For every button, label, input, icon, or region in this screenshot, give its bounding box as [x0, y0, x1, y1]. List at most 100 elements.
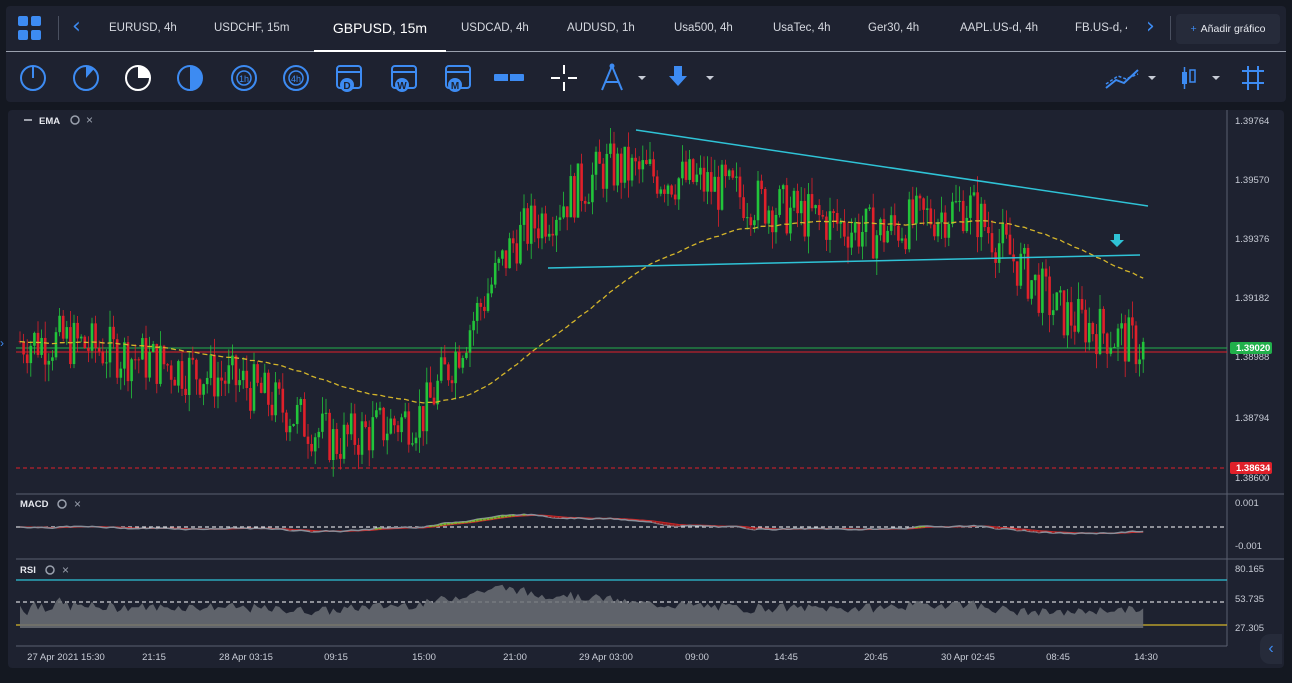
settings-icon[interactable] [70, 115, 80, 125]
close-icon[interactable]: × [74, 497, 81, 511]
tab-gbpusd[interactable]: GBPUSD, 15m [314, 6, 446, 52]
settings-icon[interactable] [45, 565, 55, 575]
tab-usatec[interactable]: UsaTec, 4h [773, 6, 831, 52]
crosshair-icon[interactable] [551, 65, 577, 91]
candle-body [853, 222, 857, 233]
grid-toggle-icon[interactable] [1242, 66, 1264, 90]
candle-body [436, 380, 439, 405]
price-tick: 1.39570 [1235, 175, 1269, 186]
tab-usdcad[interactable]: USDCAD, 4h [461, 6, 529, 52]
candle-body [781, 185, 785, 190]
candle-body [547, 233, 551, 237]
settings-icon[interactable] [57, 499, 67, 509]
candle-body [371, 417, 375, 451]
candle-body [256, 364, 259, 383]
candle-body [641, 160, 645, 170]
candle-body [490, 284, 493, 294]
candle-body [1001, 223, 1005, 244]
chart-panel[interactable]: EMA × MACD × RSI × 1.39764 1.39570 1.393… [8, 110, 1284, 668]
macd-bar [378, 527, 382, 530]
candle-body [267, 372, 270, 405]
tab-audusd[interactable]: AUDUSD, 1h [567, 6, 635, 52]
tab-ger30[interactable]: Ger30, 4h [868, 6, 919, 52]
candle-body [411, 443, 414, 445]
timeframe-1h-icon[interactable]: 1h [231, 65, 257, 91]
timeframe-5m-icon[interactable] [73, 65, 99, 91]
time-tick: 27 Apr 2021 15:30 [27, 652, 105, 663]
add-chart-button[interactable]: + Añadir gráfico [1176, 14, 1280, 44]
drawing-tools-icon[interactable] [601, 63, 646, 91]
candle-body [259, 382, 263, 393]
candle-body [605, 153, 609, 189]
support-trendline[interactable] [547, 254, 1141, 269]
range-icon[interactable] [494, 71, 524, 84]
timeframe-30m-icon[interactable] [177, 65, 203, 91]
candle-body [169, 365, 173, 380]
macd-bar [374, 528, 378, 530]
candle-body [742, 197, 745, 219]
candle-body [310, 443, 313, 452]
candle-body [360, 421, 364, 455]
candle-body [573, 176, 576, 218]
ema-legend: EMA × [24, 113, 93, 127]
candle-body [133, 359, 137, 361]
current-price-label: 1.39020 [1236, 343, 1270, 354]
macd-tick: -0.001 [1235, 541, 1262, 552]
candle-body [1073, 325, 1077, 332]
time-tick: 14:30 [1134, 652, 1158, 663]
macd-bar [482, 518, 486, 521]
candle-body [1109, 348, 1113, 354]
candle-body [270, 404, 274, 416]
candle-body [846, 236, 850, 248]
candle-body [976, 192, 979, 238]
candle-body [540, 213, 544, 239]
resistance-trendline[interactable] [635, 129, 1149, 207]
candle-body [879, 219, 882, 236]
timeframe-1m-icon[interactable] [20, 65, 46, 91]
candle-body [843, 221, 846, 237]
macd-tick: 0.001 [1235, 498, 1259, 509]
layout-grid-icon[interactable] [18, 16, 42, 40]
tab-usa500[interactable]: Usa500, 4h [674, 6, 733, 52]
tabs-scroll-left-icon[interactable]: ‹ [72, 14, 81, 39]
macd-bar [914, 526, 918, 529]
candle-body [861, 231, 864, 247]
macd-bar [673, 524, 677, 527]
trade-down-arrow-icon[interactable] [1110, 234, 1124, 247]
candle-body [155, 343, 159, 384]
timeframe-weekly-icon[interactable]: W [391, 65, 417, 92]
candle-body [47, 360, 51, 365]
candle-body [285, 412, 288, 433]
collapse-left-icon[interactable]: › [0, 336, 6, 356]
macd-bar [468, 520, 472, 523]
tabs-scroll-right-icon[interactable]: › [1146, 14, 1155, 39]
candle-body [774, 214, 778, 233]
tab-fb[interactable]: FB.US-d, 4h [1075, 6, 1127, 52]
tab-aapl[interactable]: AAPL.US-d, 4h [960, 6, 1038, 52]
indicators-icon[interactable] [1105, 69, 1156, 89]
macd-bar [922, 526, 926, 528]
candle-body [598, 151, 601, 164]
candle-body [763, 189, 767, 224]
price-chart[interactable]: EMA × MACD × RSI × 1.39764 1.39570 1.393… [8, 110, 1284, 668]
expand-panel-icon[interactable]: ‹ [1260, 634, 1282, 664]
trade-arrow-icon[interactable] [669, 66, 714, 86]
candle-body [130, 359, 133, 382]
candle-body [933, 224, 936, 237]
candle-body [706, 172, 709, 192]
candle-body [699, 167, 702, 175]
candle-body [447, 364, 450, 381]
tab-eurusd[interactable]: EURUSD, 4h [109, 6, 177, 52]
timeframe-monthly-icon[interactable]: M [445, 65, 471, 92]
timeframe-4h-icon[interactable]: 4h [283, 65, 309, 91]
tab-usdchf[interactable]: USDCHF, 15m [214, 6, 289, 52]
macd-bar [288, 529, 292, 531]
timeframe-15m-icon[interactable] [125, 65, 151, 91]
candle-body [1033, 274, 1037, 281]
timeframe-daily-icon[interactable]: D [336, 65, 362, 92]
close-icon[interactable]: × [86, 113, 93, 127]
candle-body [317, 431, 321, 438]
close-icon[interactable]: × [62, 563, 69, 577]
chart-type-icon[interactable] [1182, 67, 1220, 89]
candle-body [306, 436, 310, 444]
